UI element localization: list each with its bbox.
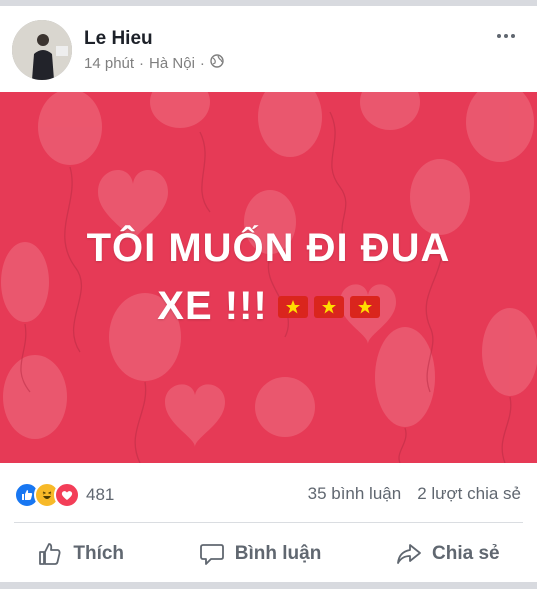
- avatar[interactable]: [12, 20, 72, 80]
- comment-count[interactable]: 35 bình luận: [308, 484, 402, 504]
- post-card: Le Hieu 14 phút · Hà Nội · TÔI MUỐN ĐI Đ…: [0, 0, 537, 589]
- share-button[interactable]: Chia sẻ: [396, 541, 500, 567]
- post-stats: 481 35 bình luận 2 lượt chia sẻ: [0, 470, 537, 516]
- bottom-divider: [0, 582, 537, 589]
- action-bar: Thích Bình luận Chia sẻ: [0, 528, 537, 580]
- comment-label: Bình luận: [234, 543, 322, 564]
- reaction-count: 481: [86, 485, 115, 504]
- avatar-image: [12, 20, 72, 80]
- comment-button[interactable]: Bình luận: [199, 541, 322, 567]
- love-icon: [54, 482, 80, 508]
- separator-dot: ·: [199, 54, 205, 72]
- reactions-summary[interactable]: 481: [14, 482, 114, 508]
- more-options-icon[interactable]: [497, 34, 519, 42]
- like-label: Thích: [73, 543, 125, 564]
- balloons-background: [1, 92, 537, 463]
- share-arrow-icon: [397, 544, 421, 564]
- banner-line-1: TÔI MUỐN ĐI ĐUA: [86, 226, 451, 270]
- thumbs-up-icon: [39, 543, 61, 565]
- post-header: Le Hieu 14 phút · Hà Nội ·: [0, 6, 537, 92]
- globe-icon[interactable]: [210, 54, 224, 72]
- like-button[interactable]: Thích: [37, 541, 124, 567]
- post-time[interactable]: 14 phút: [84, 55, 134, 72]
- banner-line-2: XE !!!: [157, 284, 268, 328]
- vietnam-flags: [277, 295, 380, 318]
- post-banner[interactable]: TÔI MUỐN ĐI ĐUA XE !!!: [0, 92, 537, 463]
- author-name[interactable]: Le Hieu: [84, 28, 153, 50]
- banner-line-2-row: XE !!!: [0, 284, 537, 329]
- post-location[interactable]: Hà Nội: [149, 55, 195, 72]
- engagement-counts: 35 bình luận 2 lượt chia sẻ: [308, 484, 521, 504]
- vietnam-flag-icon: [313, 295, 344, 318]
- share-label: Chia sẻ: [432, 543, 500, 564]
- post-meta: 14 phút · Hà Nội ·: [84, 54, 224, 72]
- divider: [14, 522, 523, 523]
- share-count[interactable]: 2 lượt chia sẻ: [417, 484, 521, 504]
- separator-dot: ·: [139, 54, 145, 72]
- vietnam-flag-icon: [277, 295, 308, 318]
- comment-icon: [199, 544, 224, 565]
- vietnam-flag-icon: [349, 295, 380, 318]
